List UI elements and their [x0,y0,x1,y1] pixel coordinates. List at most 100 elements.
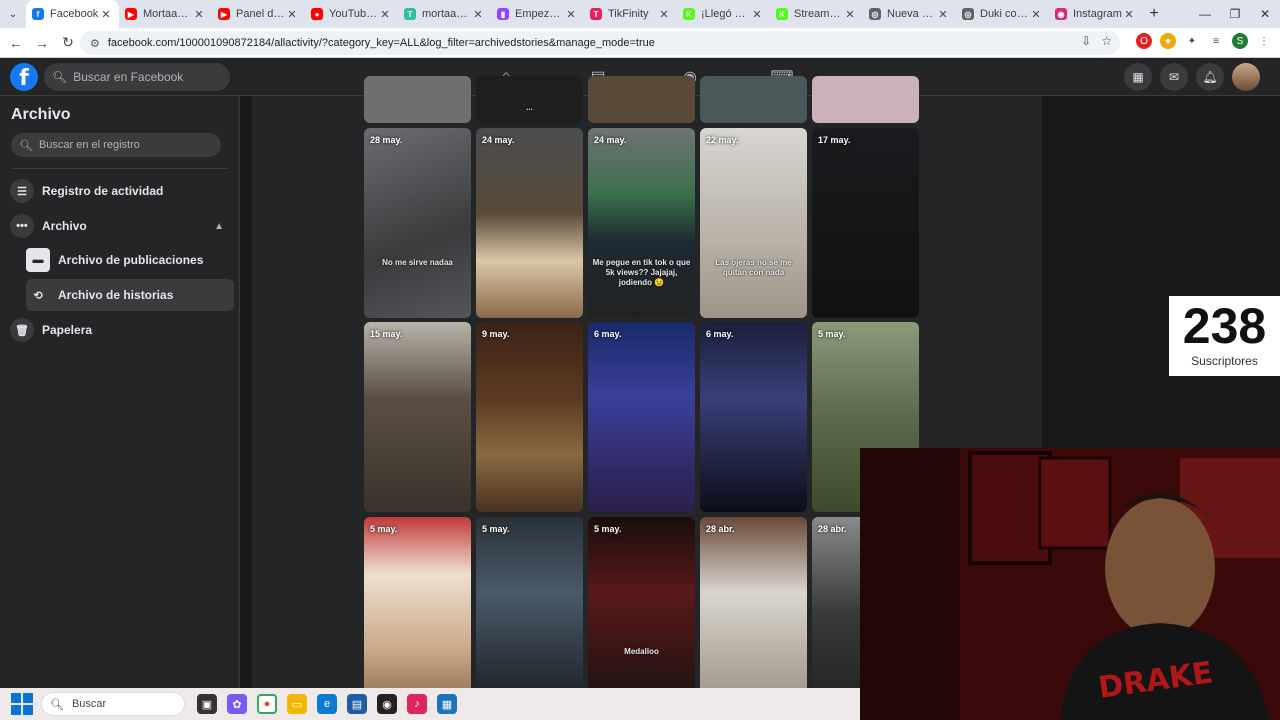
browser-tab[interactable]: ▶ Mortaah - Yo✕ [119,0,212,28]
new-tab-button[interactable]: + [1142,0,1166,28]
tab-search-icon[interactable]: ⌄ [0,0,26,28]
chrome-icon[interactable]: ● [257,694,277,714]
archived-story-card[interactable]: 5 may. [476,517,583,707]
archived-story-card[interactable]: 24 may. Me pegue en tik tok o que 5k view… [588,128,695,318]
browser-tab[interactable]: ▶ Panel de con✕ [212,0,305,28]
tab-close-icon[interactable]: ✕ [564,8,578,21]
archived-story-card[interactable]: 5 may. [364,517,471,707]
tab-label: Mortaah - Yo [143,8,192,20]
tab-favicon-icon: ▶ [218,8,230,20]
archived-story-card[interactable]: 28 may. No me sirve nadaa [364,128,471,318]
reload-icon[interactable]: ↻ [56,31,80,55]
sidebar-item-activity-log[interactable]: ☰ Registro de actividad [10,175,234,207]
sidebar-item-trash[interactable]: 🗑︎ Papelera [10,314,234,346]
site-info-icon[interactable]: ⚙ [90,37,100,50]
close-window-icon[interactable]: ✕ [1250,0,1280,28]
sidebar-item-post-archive[interactable]: ▬ Archivo de publicaciones [26,244,234,276]
edge-icon[interactable]: e [317,694,337,714]
browser-tab[interactable]: ▮ Empezando✕ [491,0,584,28]
archived-story-card[interactable] [588,76,695,123]
archived-story-card[interactable]: 6 may. [700,322,807,512]
browser-tab[interactable]: K Stream - Kic✕ [770,0,863,28]
calculator-icon[interactable]: ▦ [437,694,457,714]
tab-favicon-icon: ▶ [125,8,137,20]
browser-tab[interactable]: T TikFinity ✕ [584,0,677,28]
forward-icon[interactable]: → [30,31,54,55]
tab-favicon-icon: ◎ [962,8,974,20]
browser-menu-icon[interactable]: ⋮ [1256,33,1272,49]
taskbar-search-input[interactable]: 🔍︎ Buscar [41,692,185,716]
archived-story-card[interactable]: 22 may. Las ojeras no se me quitan con na… [700,128,807,318]
browser-tab[interactable]: f Facebook ✕ [26,0,119,28]
archived-story-card[interactable]: 15 may. [364,322,471,512]
media-control-icon[interactable]: ≡ [1208,33,1224,49]
tab-close-icon[interactable]: ✕ [1029,8,1043,21]
tab-close-icon[interactable]: ✕ [99,8,113,21]
profile-avatar-icon[interactable]: S [1232,33,1248,49]
chevron-up-icon[interactable]: ▲ [214,221,224,232]
back-icon[interactable]: ← [4,31,28,55]
minimize-icon[interactable]: — [1190,0,1220,28]
account-avatar[interactable] [1232,63,1260,91]
search-icon: 🔍︎ [50,698,64,711]
subscriber-count: 238 [1182,298,1267,354]
tab-close-icon[interactable]: ✕ [192,8,206,21]
tab-close-icon[interactable]: ✕ [378,8,392,21]
tab-favicon-icon: T [404,8,416,20]
facebook-logo-icon[interactable]: f [10,63,38,91]
browser-tab[interactable]: Tmortaah - St✕ [398,0,491,28]
tab-close-icon[interactable]: ✕ [1122,8,1136,21]
store-icon[interactable]: ▤ [347,694,367,714]
notifications-bell-icon[interactable]: 🔔︎ [1196,63,1224,91]
browser-tab[interactable]: ◉ Instagram ✕ [1049,0,1142,28]
tab-close-icon[interactable]: ✕ [657,8,671,21]
archived-story-card[interactable] [812,76,919,123]
browser-tab[interactable]: K ¡Llegó KICK✕ [677,0,770,28]
extensions-puzzle-icon[interactable]: ✦ [1184,33,1200,49]
browser-tab[interactable]: ◎ Nueva pesta✕ [863,0,956,28]
obs-icon[interactable]: ◉ [377,694,397,714]
browser-tab[interactable]: ◎ Duki concie✕ [956,0,1049,28]
subscriber-counter-overlay: 238 Suscriptores [1169,296,1280,376]
messenger-icon[interactable]: ✉ [1160,63,1188,91]
bookmark-star-icon[interactable]: ☆ [1101,34,1112,48]
url-field[interactable]: ⚙ facebook.com/100001090872184/allactivi… [80,31,1120,55]
archived-story-card[interactable] [700,76,807,123]
story-date: 15 may. [370,329,403,339]
install-app-icon[interactable]: ⇩ [1081,34,1091,48]
browser-tab[interactable]: ● YouTube Mu✕ [305,0,398,28]
windows-start-icon[interactable] [11,693,33,715]
sidebar-item-archive[interactable]: ••• Archivo ▲ [10,210,234,242]
archived-story-card[interactable]: 17 may. [812,128,919,318]
tab-close-icon[interactable]: ✕ [471,8,485,21]
tab-close-icon[interactable]: ✕ [750,8,764,21]
tab-label: Empezando [515,8,564,20]
archive-sidebar: Archivo 🔍︎ Buscar en el registro ☰ Regis… [0,96,240,688]
activity-search-input[interactable]: 🔍︎ Buscar en el registro [11,133,221,157]
maximize-icon[interactable]: ❐ [1220,0,1250,28]
story-date: 22 may. [706,135,739,145]
tab-label: Stream - Kic [794,8,843,20]
archived-story-card[interactable] [364,76,471,123]
archived-story-card[interactable]: ... [476,76,583,123]
tab-close-icon[interactable]: ✕ [843,8,857,21]
archived-story-card[interactable]: 28 abr. [700,517,807,707]
sidebar-item-story-archive[interactable]: ⟲ Archivo de historias [26,279,234,311]
file-explorer-icon[interactable]: ▭ [287,694,307,714]
archived-story-card[interactable]: 5 may. Medalloo [588,517,695,707]
archived-story-card[interactable]: 6 may. [588,322,695,512]
tab-close-icon[interactable]: ✕ [936,8,950,21]
story-date: 5 may. [818,329,846,339]
facebook-search-input[interactable]: 🔍︎ Buscar en Facebook [44,63,230,91]
tab-favicon-icon: ◎ [869,8,881,20]
task-view-icon[interactable]: ▣ [197,694,217,714]
color-extension-icon[interactable]: ● [1160,33,1176,49]
tab-favicon-icon: T [590,8,602,20]
opera-extension-icon[interactable]: O [1136,33,1152,49]
tiktok-studio-icon[interactable]: ♪ [407,694,427,714]
archived-story-card[interactable]: 9 may. [476,322,583,512]
archived-story-card[interactable]: 24 may. [476,128,583,318]
copilot-icon[interactable]: ✿ [227,694,247,714]
menu-grid-icon[interactable]: ▦ [1124,63,1152,91]
tab-close-icon[interactable]: ✕ [285,8,299,21]
